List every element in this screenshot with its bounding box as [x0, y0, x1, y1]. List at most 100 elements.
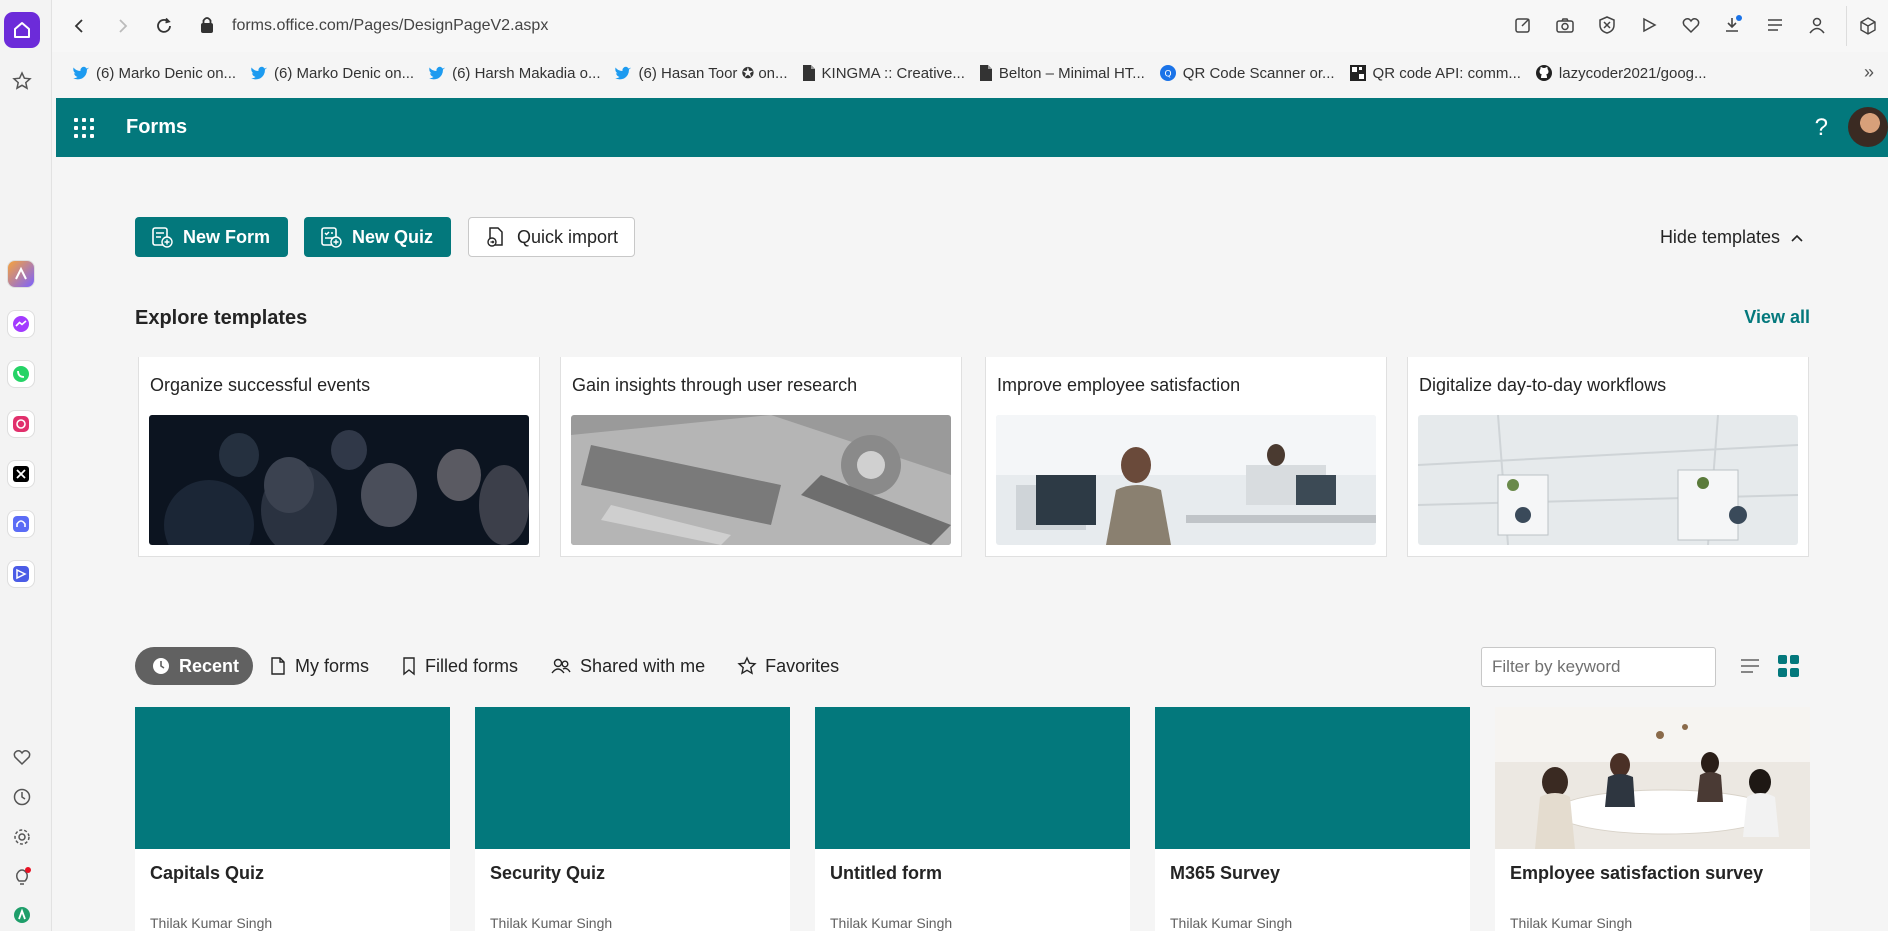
help-icon[interactable]: ? [1815, 114, 1828, 142]
arc-logo-icon[interactable] [9, 902, 35, 928]
template-card[interactable]: Gain insights through user research [560, 357, 962, 557]
camera-icon[interactable] [1554, 14, 1576, 36]
bookmark-item[interactable]: Belton – Minimal HT... [979, 64, 1145, 82]
qr-code-icon [1349, 64, 1367, 82]
bookmark-label: (6) Marko Denic on... [274, 64, 415, 82]
form-owner: Thilak Kumar Singh [1510, 915, 1633, 931]
new-form-label: New Form [183, 226, 271, 247]
form-card[interactable]: Security Quiz Thilak Kumar Singh [475, 707, 790, 931]
tab-favorites[interactable]: Favorites [721, 647, 855, 685]
home-icon[interactable] [4, 12, 40, 48]
profile-icon[interactable] [1806, 14, 1828, 36]
tab-shared-with-me[interactable]: Shared with me [534, 647, 721, 685]
hide-templates-label: Hide templates [1659, 227, 1780, 247]
quiz-add-icon [320, 226, 342, 248]
shield-icon[interactable] [1596, 14, 1618, 36]
template-image-audience [149, 415, 529, 545]
bookmark-label: (6) Hasan Toor ✪ on... [638, 65, 788, 82]
form-thumbnail [135, 707, 450, 849]
heart-icon[interactable] [1680, 14, 1702, 36]
lightbulb-icon[interactable] [9, 864, 35, 890]
bookmark-item[interactable]: (6) Marko Denic on... [250, 65, 414, 82]
send-app-icon[interactable] [7, 560, 35, 588]
template-card[interactable]: Organize successful events [138, 357, 540, 557]
bookmark-item[interactable]: KINGMA :: Creative... [802, 64, 965, 82]
filter-input[interactable] [1481, 647, 1716, 687]
template-card[interactable]: Digitalize day-to-day workflows [1407, 357, 1809, 557]
bookmark-item[interactable]: lazycoder2021/goog... [1535, 64, 1707, 82]
play-icon[interactable] [1638, 14, 1660, 36]
bookmark-item[interactable]: (6) Marko Denic on... [72, 65, 236, 82]
menu-lines-icon[interactable] [1764, 14, 1786, 36]
app-launcher-icon[interactable] [74, 118, 94, 138]
aria-app-icon[interactable] [7, 260, 35, 288]
tab-filled-forms[interactable]: Filled forms [385, 647, 534, 685]
twitter-icon [72, 65, 90, 81]
whatsapp-icon[interactable] [7, 360, 35, 388]
new-form-button[interactable]: New Form [135, 217, 289, 257]
lock-icon[interactable] [200, 16, 218, 36]
instagram-icon[interactable] [7, 410, 35, 438]
avatar[interactable] [1848, 107, 1888, 147]
form-owner: Thilak Kumar Singh [830, 915, 953, 931]
hide-templates-button[interactable]: Hide templates [1660, 227, 1804, 248]
headphones-icon[interactable] [7, 510, 35, 538]
bookmark-item[interactable]: (6) Harsh Makadia o... [428, 65, 600, 82]
form-add-icon [151, 226, 173, 248]
bookmark-label: QR Code Scanner or... [1182, 64, 1335, 82]
form-title: Employee satisfaction survey [1510, 863, 1764, 883]
chevron-double-right-icon[interactable]: » [1864, 62, 1874, 83]
view-all-link[interactable]: View all [1744, 307, 1810, 328]
extensions-icon[interactable] [1846, 6, 1888, 46]
bookmark-icon [401, 656, 417, 676]
star-icon[interactable] [9, 68, 35, 94]
template-title: Digitalize day-to-day workflows [1419, 375, 1667, 395]
back-icon[interactable] [68, 14, 92, 38]
form-card[interactable]: Capitals Quiz Thilak Kumar Singh [135, 707, 450, 931]
edit-icon[interactable] [1512, 14, 1534, 36]
x-icon[interactable] [7, 460, 35, 488]
bookmark-label: lazycoder2021/goog... [1558, 64, 1707, 82]
bookmark-item[interactable]: QR code API: comm... [1349, 64, 1521, 82]
toolbar-icons [1512, 14, 1828, 36]
tab-label: My forms [295, 655, 370, 676]
app-title[interactable]: Forms [126, 116, 187, 139]
address-bar[interactable]: forms.office.com/Pages/DesignPageV2.aspx [232, 17, 548, 35]
form-card[interactable]: Employee satisfaction survey Thilak Kuma… [1495, 707, 1810, 931]
bookmark-label: Belton – Minimal HT... [998, 64, 1145, 82]
new-quiz-button[interactable]: New Quiz [304, 217, 452, 257]
tab-label: Recent [179, 655, 240, 676]
forward-icon[interactable] [110, 14, 134, 38]
history-icon[interactable] [9, 784, 35, 810]
tab-my-forms[interactable]: My forms [253, 647, 385, 685]
section-title: Explore templates [135, 307, 308, 329]
form-card[interactable]: M365 Survey Thilak Kumar Singh [1155, 707, 1470, 931]
tab-label: Favorites [765, 655, 840, 676]
tab-label: Filled forms [425, 655, 519, 676]
template-title: Gain insights through user research [572, 375, 858, 395]
grid-view-icon[interactable] [1778, 655, 1800, 677]
form-title: Capitals Quiz [150, 863, 265, 883]
form-thumbnail-photo [1495, 707, 1810, 849]
form-owner: Thilak Kumar Singh [150, 915, 273, 931]
quick-import-button[interactable]: Quick import [468, 217, 636, 257]
messenger-icon[interactable] [7, 310, 35, 338]
settings-icon[interactable] [9, 824, 35, 850]
list-view-icon[interactable] [1739, 655, 1761, 677]
form-thumbnail [1155, 707, 1470, 849]
twitter-icon [614, 65, 632, 81]
bookmark-item[interactable]: Q QR Code Scanner or... [1159, 64, 1335, 82]
app-header: Forms ? [56, 98, 1888, 157]
tab-recent[interactable]: Recent [135, 647, 254, 685]
template-image-office [996, 415, 1376, 545]
bookmark-item[interactable]: (6) Hasan Toor ✪ on... [614, 64, 788, 82]
bookmark-label: (6) Harsh Makadia o... [452, 64, 601, 82]
download-icon[interactable] [1722, 14, 1744, 36]
template-title: Organize successful events [150, 375, 371, 395]
form-card[interactable]: Untitled form Thilak Kumar Singh [815, 707, 1130, 931]
clock-icon [151, 656, 171, 676]
heart-icon[interactable] [9, 744, 35, 770]
template-card[interactable]: Improve employee satisfaction [985, 357, 1387, 557]
reload-icon[interactable] [152, 14, 176, 38]
bookmarks-bar: (6) Marko Denic on... (6) Marko Denic on.… [52, 56, 1888, 90]
